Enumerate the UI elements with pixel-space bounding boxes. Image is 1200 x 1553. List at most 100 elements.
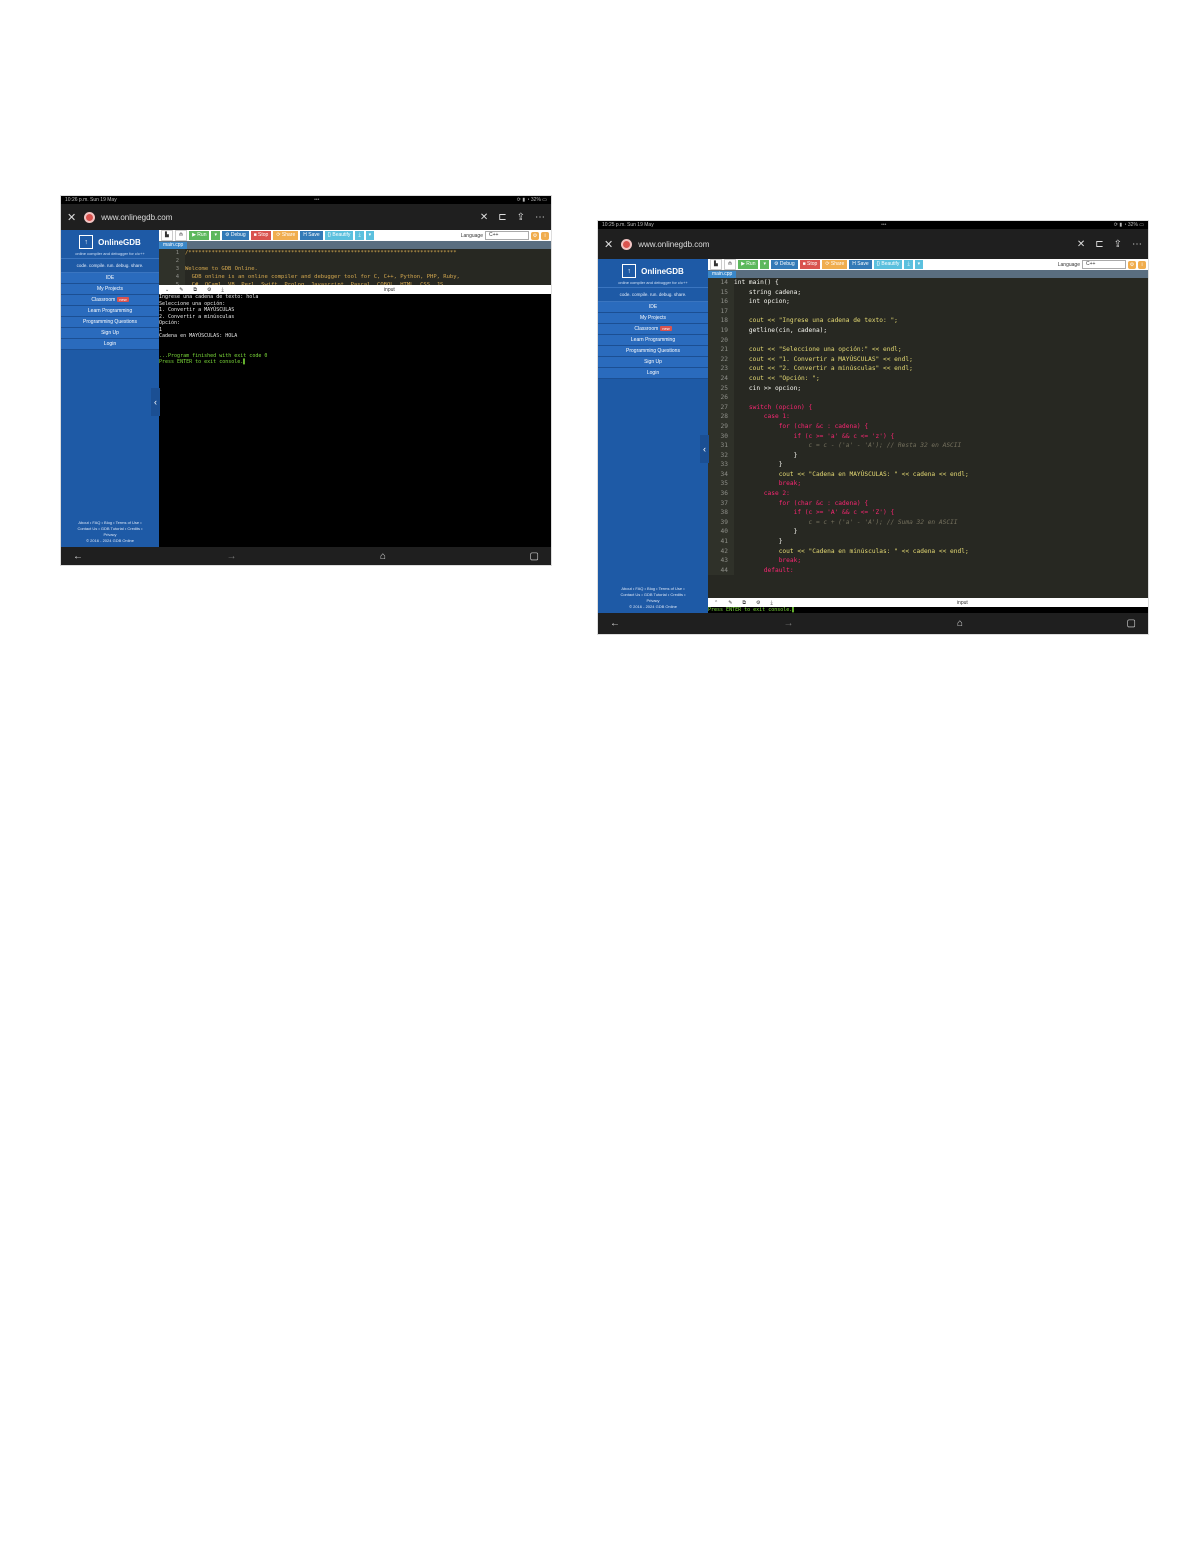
back-arrow-icon[interactable]: ← [610, 618, 620, 629]
download-button[interactable]: ⤓ [355, 231, 364, 240]
code-line[interactable]: 17 [708, 306, 1148, 317]
code-line[interactable]: 33 } [708, 460, 1148, 470]
tabs-icon[interactable]: ▢ [530, 551, 539, 562]
code-line[interactable]: 41 } [708, 537, 1148, 547]
code-line[interactable]: 4 GDB online is an online compiler and d… [159, 273, 551, 281]
code-line[interactable]: 1/**************************************… [159, 249, 551, 257]
code-line[interactable]: 42 cout << "Cadena en minúsculas: " << c… [708, 546, 1148, 557]
debug-button[interactable]: ⚙ Debug [771, 260, 798, 269]
code-line[interactable]: 35 break; [708, 479, 1148, 490]
download-output-icon[interactable]: ⤓ [770, 600, 772, 606]
brand[interactable]: ↑ OnlineGDB online compiler and debugger… [598, 259, 708, 288]
sidebar-item-ide[interactable]: IDE [61, 273, 159, 284]
clear-url-icon[interactable]: ✕ [1077, 239, 1085, 250]
code-line[interactable]: 31 c = c - ('a' - 'A'); // Resta 32 en A… [708, 441, 1148, 451]
more-menu-icon[interactable]: ⋯ [535, 212, 545, 223]
code-line[interactable]: 27 switch (opcion) { [708, 402, 1148, 413]
stop-button[interactable]: ■ Stop [250, 231, 272, 240]
code-line[interactable]: 19 getline(cin, cadena); [708, 325, 1148, 336]
sidebar-item-classroom[interactable]: Classroom new [61, 295, 159, 306]
beautify-button[interactable]: {} Beautify [324, 231, 354, 240]
code-line[interactable]: 16 int opcion; [708, 297, 1148, 307]
code-line[interactable]: 40 } [708, 527, 1148, 538]
info-icon[interactable]: i [541, 231, 549, 240]
language-select[interactable]: C++ [1082, 260, 1126, 269]
info-icon[interactable]: i [1138, 260, 1146, 269]
sidebar-item-sign-up[interactable]: Sign Up [61, 328, 159, 339]
code-line[interactable]: 20 [708, 335, 1148, 346]
close-tab-icon[interactable]: ✕ [67, 211, 76, 224]
sidebar-item-programming-questions[interactable]: Programming Questions [598, 346, 708, 357]
new-file-icon[interactable]: ▙ [161, 230, 173, 241]
code-line[interactable]: 15 string cadena; [708, 287, 1148, 298]
beautify-button[interactable]: {} Beautify [873, 260, 903, 269]
code-line[interactable]: 28 case 1: [708, 412, 1148, 422]
code-line[interactable]: 21 cout << "Seleccione una opción:" << e… [708, 345, 1148, 355]
code-line[interactable]: 32 } [708, 450, 1148, 461]
brand[interactable]: ↑ OnlineGDB online compiler and debugger… [61, 230, 159, 259]
code-line[interactable]: 26 [708, 393, 1148, 403]
code-editor[interactable]: 14 int main() {15 string cadena; 16 int op… [708, 278, 1148, 598]
stop-button[interactable]: ■ Stop [799, 260, 821, 269]
upload-icon[interactable]: ⟰ [174, 230, 188, 241]
code-line[interactable]: 23 cout << "2. Convertir a minúsculas" <… [708, 364, 1148, 374]
collapse-sidebar-chevron-left-icon[interactable]: ‹ [151, 388, 160, 416]
code-line[interactable]: 34 cout << "Cadena en MAYÚSCULAS: " << c… [708, 469, 1148, 480]
home-icon[interactable]: ⌂ [380, 551, 386, 562]
output-console[interactable]: Ingrese una cadena de texto: hola Selecci… [159, 294, 551, 547]
run-button[interactable]: ▶ Run [189, 231, 210, 240]
debug-button[interactable]: ⚙ Debug [222, 231, 249, 240]
run-button[interactable]: ▶ Run [738, 260, 759, 269]
sidebar-item-learn-programming[interactable]: Learn Programming [61, 306, 159, 317]
code-line[interactable]: 39 c = c + ('a' - 'A'); // Suma 32 en AS… [708, 517, 1148, 528]
code-line[interactable]: 22 cout << "1. Convertir a MAYÚSCULAS" <… [708, 354, 1148, 365]
language-select[interactable]: C++ [485, 231, 529, 240]
sidebar-item-my-projects[interactable]: My Projects [598, 313, 708, 324]
forward-arrow-icon[interactable]: → [784, 618, 794, 629]
code-line[interactable]: 14 int main() { [708, 278, 1148, 288]
tabs-icon[interactable]: ▢ [1127, 618, 1136, 629]
forward-arrow-icon[interactable]: → [227, 551, 237, 562]
code-line[interactable]: 18 cout << "Ingrese una cadena de texto:… [708, 316, 1148, 326]
gear-icon[interactable]: ⚙ [207, 287, 211, 293]
run-dropdown-chevron-down-icon[interactable]: ▾ [760, 260, 769, 269]
clear-url-icon[interactable]: ✕ [480, 212, 488, 223]
code-line[interactable]: 37 for (char &c : cadena) { [708, 498, 1148, 509]
code-line[interactable]: 24 cout << "Opción: "; [708, 373, 1148, 384]
collapse-chevron-down-icon[interactable]: ⌄ [165, 287, 169, 293]
url-text[interactable]: www.onlinegdb.com [638, 240, 1077, 249]
share-icon[interactable]: ⇪ [1114, 239, 1122, 250]
tab-main-cpp[interactable]: main.cpp [159, 242, 188, 249]
code-line[interactable]: 36 case 2: [708, 489, 1148, 499]
expand-chevron-up-icon[interactable]: ⌃ [714, 600, 718, 606]
url-text[interactable]: www.onlinegdb.com [101, 213, 480, 222]
tab-main-cpp[interactable]: main.cpp [708, 271, 737, 278]
save-button[interactable]: H Save [849, 260, 872, 269]
share-button[interactable]: ⟳ Share [822, 260, 848, 269]
sidebar-item-ide[interactable]: IDE [598, 302, 708, 313]
code-line[interactable]: 43 break; [708, 556, 1148, 566]
share-button[interactable]: ⟳ Share [273, 231, 299, 240]
code-line[interactable]: 30 if (c >= 'a' && c <= 'z') { [708, 431, 1148, 442]
upload-icon[interactable]: ⟰ [723, 259, 737, 270]
share-icon[interactable]: ⇪ [517, 212, 525, 223]
code-line[interactable]: 3 Welcome to GDB Online. [159, 265, 551, 273]
edit-pencil-icon[interactable]: ✎ [179, 287, 183, 293]
input-tab[interactable]: input [957, 600, 968, 606]
sidebar-item-my-projects[interactable]: My Projects [61, 284, 159, 295]
code-line[interactable]: 25 cin >> opcion; [708, 383, 1148, 394]
settings-gear-icon[interactable]: ⚙ [1128, 260, 1136, 269]
code-line[interactable]: 29 for (char &c : cadena) { [708, 421, 1148, 432]
input-tab[interactable]: input [384, 287, 395, 293]
collapse-sidebar-chevron-left-icon[interactable]: ‹ [700, 435, 709, 463]
copy-icon[interactable]: ⧉ [193, 287, 197, 293]
run-dropdown-chevron-down-icon[interactable]: ▾ [211, 231, 220, 240]
code-editor[interactable]: 1/**************************************… [159, 249, 551, 285]
code-line[interactable]: 44 default: [708, 565, 1148, 576]
close-tab-icon[interactable]: ✕ [604, 238, 613, 251]
bookmark-icon[interactable]: ⊏ [498, 212, 506, 223]
back-arrow-icon[interactable]: ← [73, 551, 83, 562]
sidebar-item-sign-up[interactable]: Sign Up [598, 357, 708, 368]
code-line[interactable]: 38 if (c >= 'A' && c <= 'Z') { [708, 508, 1148, 518]
sidebar-item-programming-questions[interactable]: Programming Questions [61, 317, 159, 328]
